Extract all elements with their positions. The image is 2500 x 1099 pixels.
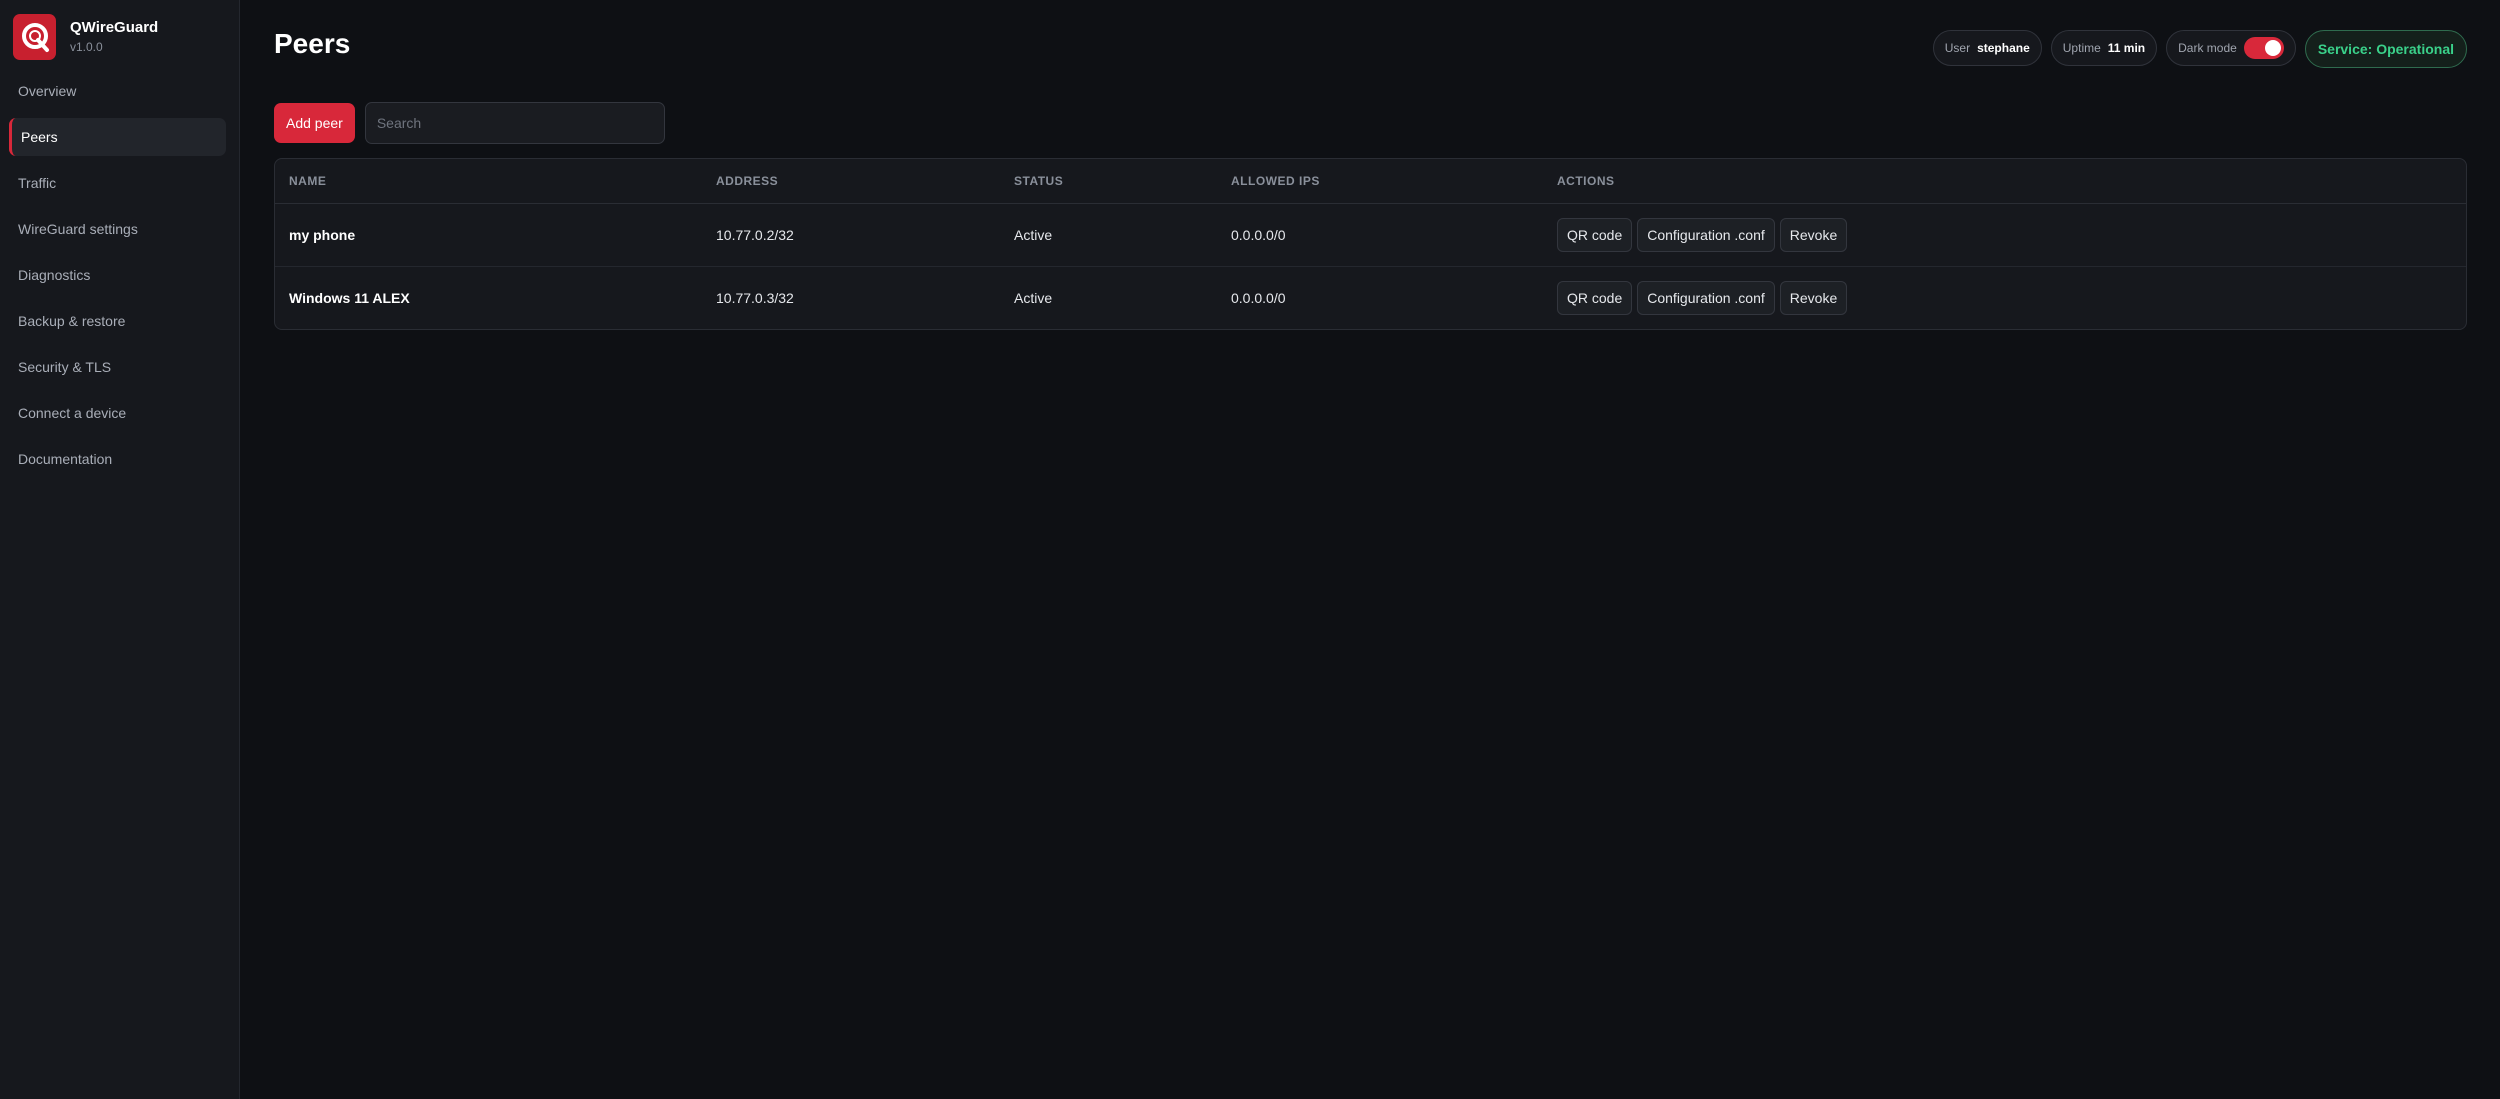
peer-address: 10.77.0.2/32 <box>702 203 1000 267</box>
uptime-label: Uptime <box>2062 41 2101 55</box>
configuration-conf-button[interactable]: Configuration .conf <box>1637 217 1775 252</box>
sidebar-item-diagnostics[interactable]: Diagnostics <box>13 256 226 294</box>
peer-actions: QR code Configuration .conf Revoke <box>1543 266 2466 329</box>
sidebar-nav: Overview Peers Traffic WireGuard setting… <box>9 72 226 478</box>
brand-text: QWireGuard v1.0.0 <box>70 18 158 56</box>
revoke-button[interactable]: Revoke <box>1779 217 1848 252</box>
dark-mode-toggle[interactable] <box>2243 37 2284 59</box>
app-root: QWireGuard v1.0.0 Overview Peers Traffic… <box>0 0 2500 1099</box>
service-status-badge: Service: Operational <box>2304 30 2467 68</box>
main-content: Peers User stephane Uptime 11 min Dark m… <box>240 0 2500 1099</box>
column-header-status: STATUS <box>1000 159 1217 204</box>
column-header-allowed-ips: ALLOWED IPS <box>1217 159 1543 204</box>
app-name: QWireGuard <box>70 19 159 36</box>
configuration-conf-button[interactable]: Configuration .conf <box>1637 280 1775 315</box>
page-title: Peers <box>274 28 351 59</box>
sidebar-item-backup-restore[interactable]: Backup & restore <box>13 302 226 340</box>
qr-code-button[interactable]: QR code <box>1557 280 1633 315</box>
uptime-value: 11 min <box>2107 41 2146 55</box>
peers-table-card: NAME ADDRESS STATUS ALLOWED IPS ACTIONS … <box>274 158 2467 330</box>
column-header-actions: ACTIONS <box>1543 159 2466 204</box>
qwireguard-logo-icon <box>13 14 56 60</box>
sidebar-item-security-tls[interactable]: Security & TLS <box>13 348 226 386</box>
toolbar: Add peer <box>274 102 2467 144</box>
peers-table: NAME ADDRESS STATUS ALLOWED IPS ACTIONS … <box>275 159 2466 329</box>
table-header-row: NAME ADDRESS STATUS ALLOWED IPS ACTIONS <box>275 159 2466 204</box>
peer-actions: QR code Configuration .conf Revoke <box>1543 203 2466 267</box>
sidebar-item-wireguard-settings[interactable]: WireGuard settings <box>13 210 226 248</box>
peer-status: Active <box>1014 289 1053 306</box>
dark-mode-pill: Dark mode <box>2166 30 2296 66</box>
peer-name: my phone <box>275 203 702 267</box>
sidebar: QWireGuard v1.0.0 Overview Peers Traffic… <box>0 0 240 1099</box>
sidebar-item-documentation[interactable]: Documentation <box>13 440 226 478</box>
user-label: User <box>1944 41 1971 55</box>
peer-allowed-ips: 0.0.0.0/0 <box>1217 203 1543 267</box>
search-input[interactable] <box>364 102 665 144</box>
table-row: Windows 11 ALEX 10.77.0.3/32 Active 0.0.… <box>275 266 2466 329</box>
header-pills: User stephane Uptime 11 min Dark mode Se… <box>1932 30 2467 68</box>
brand: QWireGuard v1.0.0 <box>13 14 226 60</box>
peer-allowed-ips: 0.0.0.0/0 <box>1231 289 1286 306</box>
column-header-address: ADDRESS <box>702 159 1000 204</box>
app-version: v1.0.0 <box>70 40 103 54</box>
user-value: stephane <box>1977 41 2030 55</box>
user-pill: User stephane <box>1932 30 2042 66</box>
sidebar-item-peers[interactable]: Peers <box>9 118 226 156</box>
add-peer-button[interactable]: Add peer <box>274 103 355 143</box>
peer-address: 10.77.0.3/32 <box>716 289 794 306</box>
revoke-button[interactable]: Revoke <box>1779 280 1848 315</box>
topbar: Peers User stephane Uptime 11 min Dark m… <box>274 26 2467 82</box>
uptime-pill: Uptime 11 min <box>2050 30 2158 66</box>
sidebar-item-traffic[interactable]: Traffic <box>13 164 226 202</box>
peer-name: Windows 11 ALEX <box>289 289 410 306</box>
qr-code-button[interactable]: QR code <box>1557 217 1633 252</box>
table-row: my phone 10.77.0.2/32 Active 0.0.0.0/0 Q… <box>275 203 2466 267</box>
peer-status: Active <box>1000 203 1217 267</box>
sidebar-item-connect-device[interactable]: Connect a device <box>13 394 226 432</box>
dark-mode-label: Dark mode <box>2178 41 2237 55</box>
sidebar-item-overview[interactable]: Overview <box>13 72 226 110</box>
column-header-name: NAME <box>275 159 702 204</box>
